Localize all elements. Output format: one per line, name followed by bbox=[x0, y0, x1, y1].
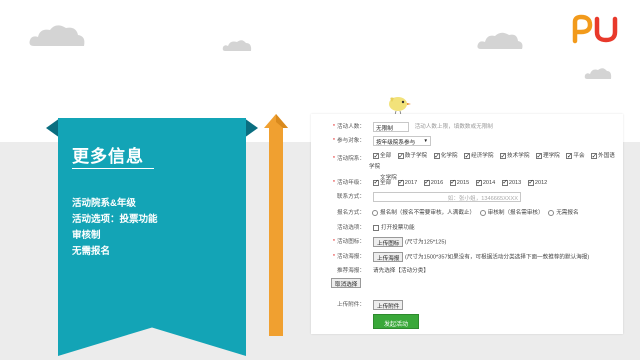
upload-attachment-button[interactable]: 上传附件 bbox=[373, 300, 404, 310]
cloud-icon bbox=[222, 40, 252, 51]
faculty-checkbox[interactable] bbox=[433, 151, 440, 162]
cloud-icon bbox=[584, 68, 612, 79]
recommend-text: 请先选择【活动分类】 bbox=[373, 268, 429, 274]
grade-checkbox[interactable] bbox=[397, 178, 404, 186]
grade-checkbox[interactable] bbox=[501, 178, 508, 186]
up-arrow-icon bbox=[264, 114, 288, 336]
upload-icon-button[interactable]: 上传图标 bbox=[373, 237, 404, 247]
banner-fold-right bbox=[244, 118, 258, 138]
banner-fold-left bbox=[46, 118, 60, 138]
mode-radio[interactable] bbox=[479, 209, 486, 216]
activity-form: * 活动人数： 无限制 活动人数上限，填数数或无限制 * 参与对象： 按年级院系参与… bbox=[311, 114, 623, 334]
cloud-icon bbox=[477, 32, 523, 49]
mode-radio[interactable] bbox=[548, 209, 555, 216]
grade-checkbox[interactable] bbox=[423, 178, 430, 186]
faculty-checkbox[interactable] bbox=[373, 151, 379, 162]
grade-checkbox[interactable] bbox=[373, 178, 379, 186]
recommend-label: 推荐海报： bbox=[337, 268, 365, 274]
mode-radio[interactable] bbox=[372, 209, 378, 216]
attachment-label: 上传附件： bbox=[337, 302, 365, 308]
grade-label: 活动年级： bbox=[337, 180, 365, 186]
vote-option-label: 打开投票功能 bbox=[381, 225, 415, 231]
faculty-checkbox[interactable] bbox=[464, 151, 471, 162]
upload-poster-button[interactable]: 上传海报 bbox=[373, 252, 404, 262]
banner-line: 活动选项：投票功能 bbox=[72, 214, 158, 225]
icon-hint: (尺寸为125*125) bbox=[404, 239, 447, 246]
audience-select[interactable]: 按年级院系参与 bbox=[373, 136, 431, 146]
banner-line: 审核制 bbox=[72, 230, 101, 241]
cancel-selection-button[interactable]: 取消选择 bbox=[331, 278, 362, 288]
launch-activity-button[interactable]: 发起活动 bbox=[373, 314, 420, 329]
icon-label: 活动图标： bbox=[337, 239, 365, 245]
faculty-checkbox[interactable] bbox=[535, 151, 542, 162]
count-input[interactable]: 无限制 bbox=[373, 122, 409, 132]
faculty-label: 活动院系： bbox=[337, 156, 365, 162]
bird-icon bbox=[389, 97, 411, 116]
banner-list: 活动院系&年级 活动选项：投票功能 审核制 无需报名 bbox=[72, 196, 158, 260]
grade-checkbox[interactable] bbox=[527, 178, 534, 186]
banner-line: 无需报名 bbox=[72, 246, 111, 257]
count-label: 活动人数： bbox=[337, 124, 365, 130]
mode-label: 报名方式： bbox=[337, 210, 365, 216]
vote-checkbox[interactable] bbox=[373, 224, 379, 231]
cloud-icon bbox=[29, 25, 85, 46]
faculty-checkbox[interactable] bbox=[566, 151, 573, 162]
poster-hint: (尺寸为1500*357如果没有，可根据活动分类选择下面一款推荐的默认海报) bbox=[404, 254, 590, 261]
info-banner: 更多信息 活动院系&年级 活动选项：投票功能 审核制 无需报名 bbox=[46, 118, 258, 356]
faculty-checkbox[interactable] bbox=[500, 151, 507, 162]
contact-label: 联系方式： bbox=[337, 194, 365, 200]
audience-label: 参与对象： bbox=[337, 138, 365, 144]
banner-line: 活动院系&年级 bbox=[72, 198, 136, 209]
pu-logo bbox=[572, 14, 618, 44]
contact-input[interactable]: 如：张小姐，1346665XXXX bbox=[373, 192, 521, 202]
count-hint: 活动人数上限，填数数或无限制 bbox=[414, 124, 493, 131]
poster-label: 活动海报： bbox=[337, 254, 365, 260]
faculty-checkbox[interactable] bbox=[397, 151, 404, 162]
banner-underline bbox=[72, 168, 154, 169]
options-label: 活动选项： bbox=[337, 225, 365, 231]
grade-checkbox[interactable] bbox=[475, 178, 482, 186]
faculty-checkbox[interactable] bbox=[591, 151, 598, 162]
grade-checkbox[interactable] bbox=[449, 178, 456, 186]
banner-title: 更多信息 bbox=[72, 147, 144, 166]
